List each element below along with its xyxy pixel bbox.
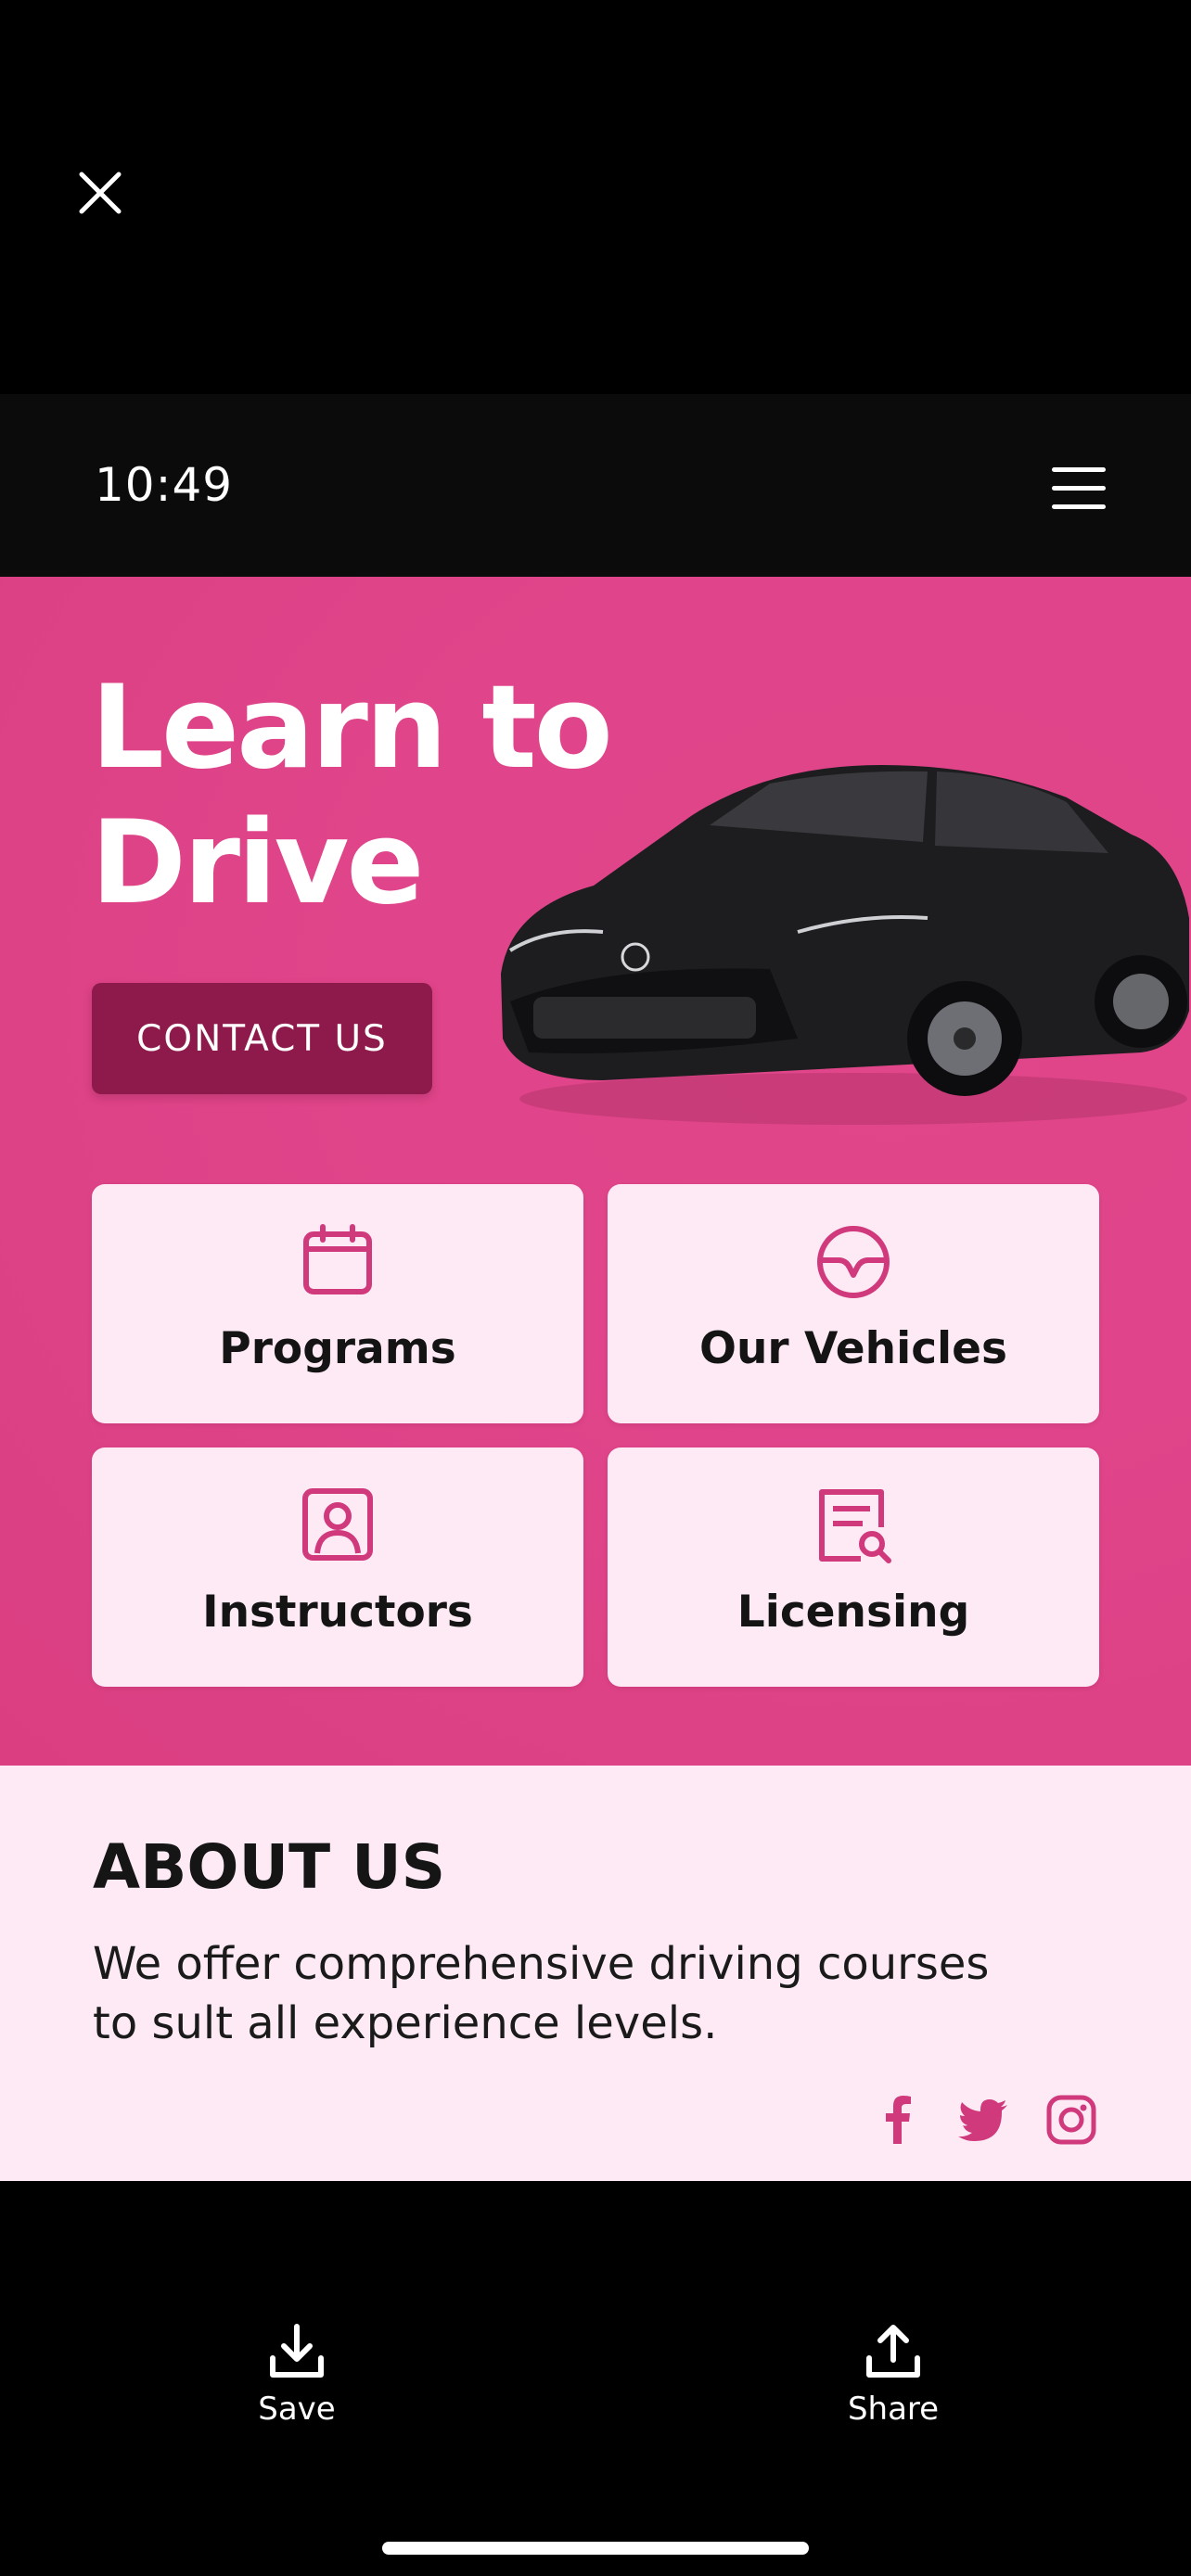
calendar-icon <box>303 1224 372 1294</box>
download-icon <box>270 2324 324 2378</box>
person-badge-icon <box>302 1488 373 1561</box>
facebook-icon[interactable] <box>872 2094 924 2146</box>
card-our-vehicles[interactable]: Our Vehicles <box>608 1184 1099 1423</box>
home-indicator <box>382 2542 809 2555</box>
about-title: ABOUT US <box>93 1831 446 1903</box>
close-icon[interactable] <box>72 165 128 221</box>
hamburger-menu-icon[interactable] <box>1052 467 1106 510</box>
share-button[interactable]: Share <box>810 2323 977 2434</box>
instagram-icon[interactable] <box>1045 2094 1097 2146</box>
share-label: Share <box>847 2391 940 2428</box>
status-time: 10:49 <box>95 458 234 512</box>
contact-us-button[interactable]: CONTACT US <box>92 983 432 1094</box>
card-instructors[interactable]: Instructors <box>92 1447 583 1687</box>
about-description: We offer comprehensive driving courses t… <box>93 1938 990 2049</box>
card-licensing[interactable]: Licensing <box>608 1447 1099 1687</box>
card-label: Our Vehicles <box>698 1323 1008 1374</box>
card-label: Instructors <box>202 1587 473 1638</box>
share-icon <box>866 2325 920 2378</box>
steering-wheel-icon <box>817 1226 890 1298</box>
card-label: Licensing <box>736 1587 970 1638</box>
save-button[interactable]: Save <box>213 2323 380 2434</box>
card-programs[interactable]: Programs <box>92 1184 583 1423</box>
twitter-icon[interactable] <box>957 2094 1009 2146</box>
card-label: Programs <box>219 1323 456 1374</box>
save-label: Save <box>258 2391 336 2428</box>
document-search-icon <box>819 1489 891 1563</box>
car-image <box>501 765 1189 1125</box>
